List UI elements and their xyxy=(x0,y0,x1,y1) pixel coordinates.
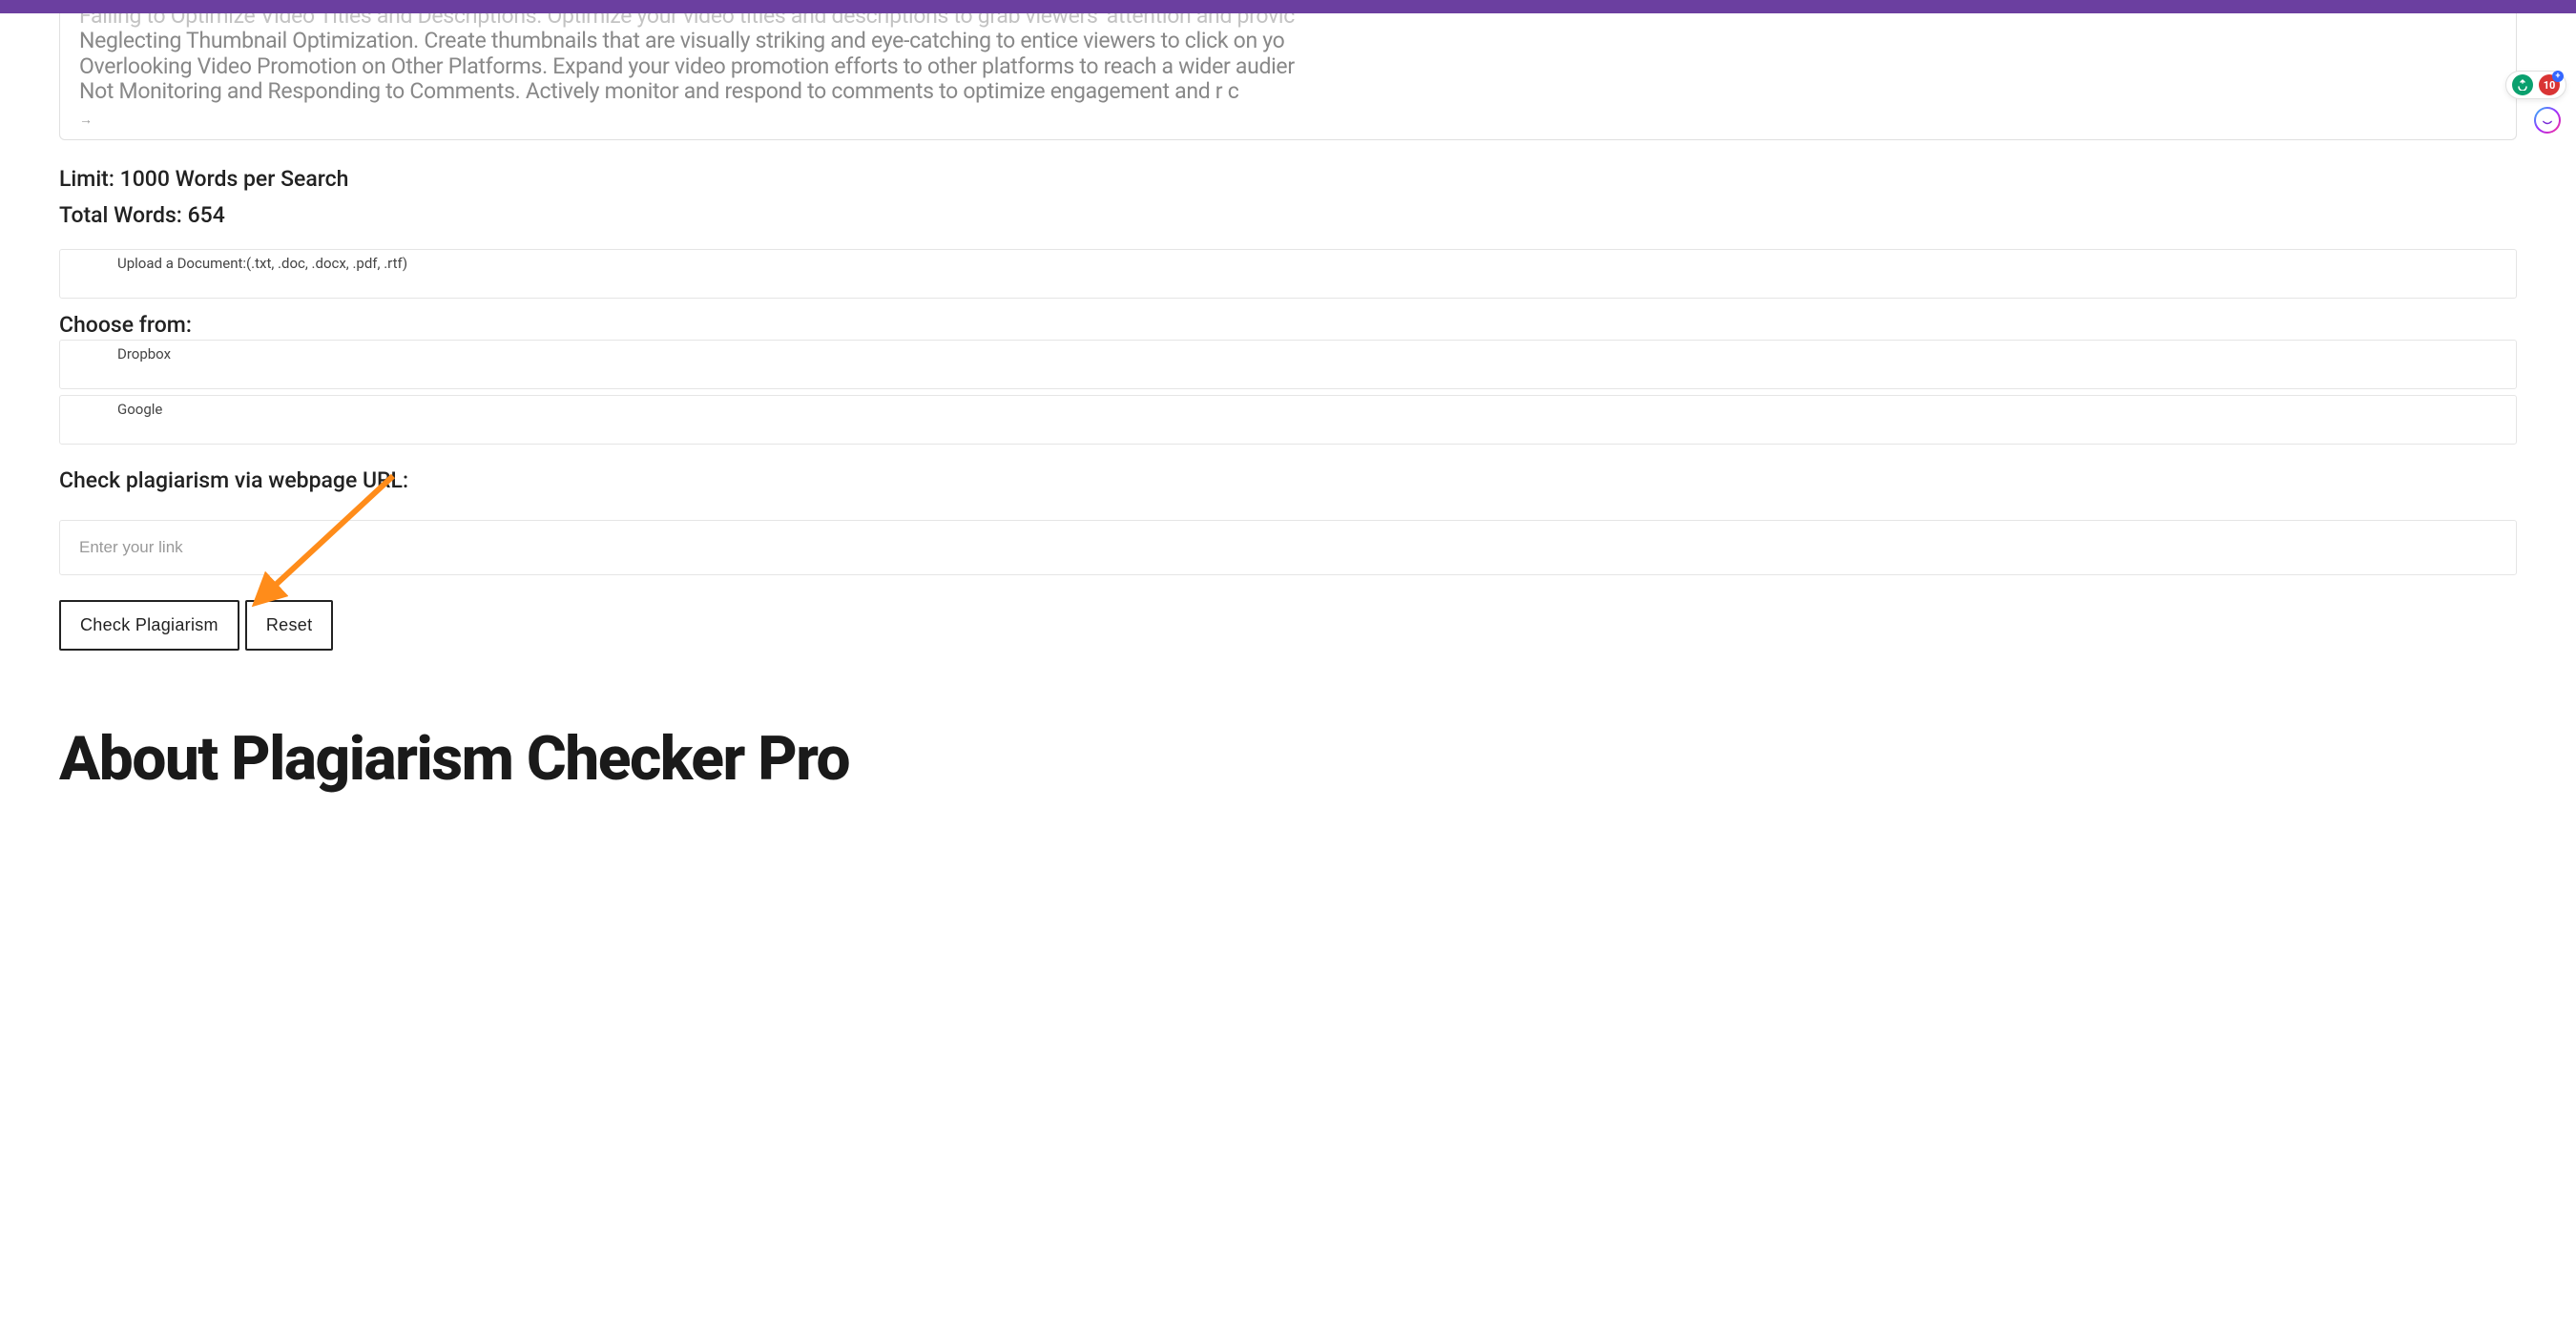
info-labels: Limit: 1000 Words per Search Total Words… xyxy=(59,161,2517,234)
content-line: Failing to Optimize Video Titles and Des… xyxy=(79,13,2497,29)
upload-document-label: Upload a Document:(.txt, .doc, .docx, .p… xyxy=(117,255,407,272)
dropbox-label: Dropbox xyxy=(117,345,171,363)
google-label: Google xyxy=(117,401,162,418)
choose-from-title: Choose from: xyxy=(59,312,2517,338)
assistant-widget-icon[interactable] xyxy=(2534,107,2561,134)
upload-document-row[interactable]: Upload a Document:(.txt, .doc, .docx, .p… xyxy=(59,249,2517,299)
page-heading: About Plagiarism Checker Pro xyxy=(59,723,2517,795)
extension-badges[interactable]: 10 xyxy=(2505,71,2566,99)
dropbox-option[interactable]: Dropbox xyxy=(59,340,2517,389)
reset-button[interactable]: Reset xyxy=(245,600,334,651)
url-input[interactable] xyxy=(59,520,2517,575)
notification-badge[interactable]: 10 xyxy=(2539,74,2560,95)
total-words-label: Total Words: 654 xyxy=(59,197,2517,234)
google-option[interactable]: Google xyxy=(59,395,2517,445)
buttons-row: Check Plagiarism Reset xyxy=(59,600,2517,651)
content-line: Overlooking Video Promotion on Other Pla… xyxy=(79,54,2497,79)
content-line: Not Monitoring and Responding to Comment… xyxy=(79,79,2497,104)
upload-icon xyxy=(60,255,117,281)
content-line: Neglecting Thumbnail Optimization. Creat… xyxy=(79,29,2497,53)
google-icon xyxy=(60,401,117,427)
top-purple-bar xyxy=(0,0,2576,13)
text-content-box[interactable]: Failing to Optimize Video Titles and Des… xyxy=(59,13,2517,140)
send-arrow-icon[interactable]: → xyxy=(79,113,93,128)
url-section-title: Check plagiarism via webpage URL: xyxy=(59,467,2517,493)
word-limit-label: Limit: 1000 Words per Search xyxy=(59,161,2517,197)
check-plagiarism-button[interactable]: Check Plagiarism xyxy=(59,600,239,651)
dropbox-icon xyxy=(60,345,117,372)
main-container: Failing to Optimize Video Titles and Des… xyxy=(0,13,2576,795)
sync-badge-icon[interactable] xyxy=(2512,74,2533,95)
